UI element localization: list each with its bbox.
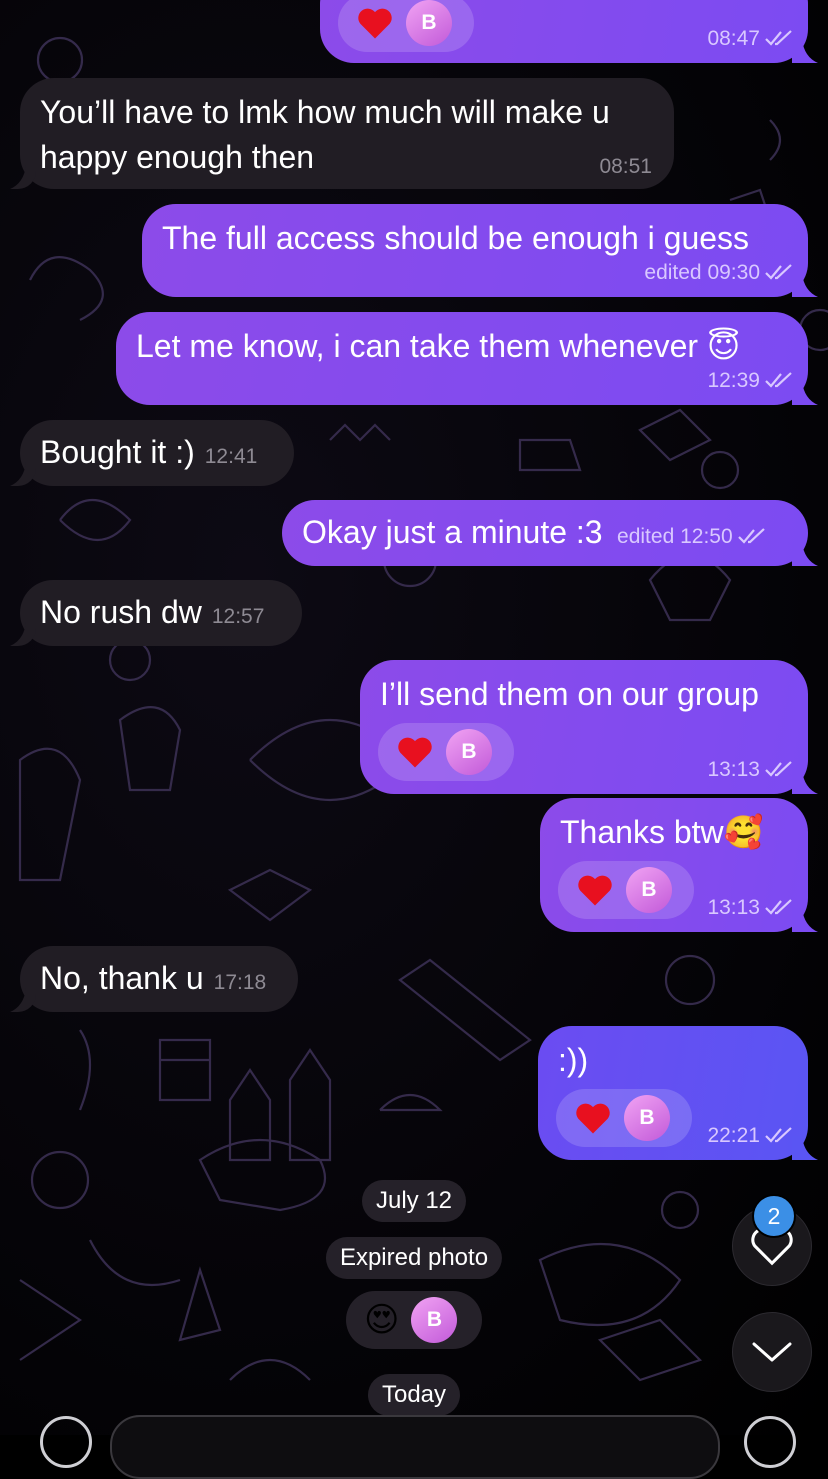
- double-check-icon: [765, 264, 792, 280]
- double-check-icon: [765, 761, 792, 777]
- message-time: 12:41: [204, 445, 258, 468]
- message-bubble-outgoing[interactable]: B 08:47: [320, 0, 808, 63]
- avatar: B: [446, 729, 492, 775]
- message-text: Bought it :): [40, 434, 195, 470]
- message-text: Okay just a minute :3: [302, 514, 603, 550]
- message-text: happy enough then: [40, 139, 315, 175]
- message-time: 22:21: [707, 1124, 760, 1147]
- double-check-icon: [765, 30, 792, 46]
- reaction-chip[interactable]: B: [338, 0, 474, 52]
- reaction-chip[interactable]: B: [378, 723, 514, 781]
- message-time: 08:51: [599, 155, 652, 178]
- message-time: 12:57: [211, 605, 265, 628]
- message-time: edited 09:30: [644, 261, 760, 284]
- double-check-icon: [765, 899, 792, 915]
- message-time: 13:13: [707, 758, 760, 781]
- message-bubble-incoming[interactable]: You’ll have to lmk how much will make u …: [20, 78, 674, 189]
- message-bubble-outgoing[interactable]: The full access should be enough i guess…: [142, 204, 808, 297]
- heart-eyes-emoji-icon: 😍: [364, 1301, 400, 1339]
- message-meta: 08:47: [707, 27, 794, 51]
- message-bubble-incoming[interactable]: Bought it :) 12:41: [20, 420, 294, 486]
- message-time: 08:47: [707, 27, 760, 50]
- message-text: No rush dw: [40, 594, 202, 630]
- message-bubble-outgoing[interactable]: :)) B 22:21: [538, 1026, 808, 1160]
- message-meta: 13:13: [707, 896, 794, 920]
- message-text: The full access should be enough i guess: [162, 220, 750, 256]
- message-bubble-outgoing[interactable]: Let me know, i can take them whenever 😇 …: [116, 312, 808, 405]
- reaction-chip[interactable]: B: [558, 861, 694, 919]
- double-check-icon: [737, 528, 765, 544]
- reaction-chip[interactable]: B: [556, 1089, 692, 1147]
- message-time: 17:18: [213, 971, 267, 994]
- message-text: :)): [558, 1042, 589, 1078]
- mic-button[interactable]: [744, 1416, 796, 1468]
- message-bubble-incoming[interactable]: No rush dw 12:57: [20, 580, 302, 646]
- message-text: Let me know, i can take them whenever 😇: [136, 328, 741, 364]
- avatar: B: [626, 867, 672, 913]
- date-separator: July 12: [361, 1180, 467, 1222]
- expired-photo-label[interactable]: Expired photo: [325, 1237, 503, 1279]
- reaction-chip[interactable]: 😍 B: [346, 1291, 482, 1349]
- chevron-down-icon: [752, 1342, 792, 1362]
- message-meta: 08:51: [599, 155, 652, 179]
- message-text: No, thank u: [40, 960, 204, 996]
- message-time: edited 12:50: [617, 525, 733, 548]
- message-meta: edited 09:30: [644, 261, 794, 285]
- message-input[interactable]: [110, 1415, 720, 1479]
- message-text: I’ll send them on our group: [380, 676, 759, 712]
- message-meta: edited 12:50: [617, 525, 767, 549]
- unread-reactions-badge: 2: [752, 1194, 796, 1238]
- today-separator: Today: [367, 1374, 461, 1416]
- avatar: B: [624, 1095, 670, 1141]
- message-time: 13:13: [707, 896, 760, 919]
- double-check-icon: [765, 1127, 792, 1143]
- message-time: 12:39: [707, 369, 760, 392]
- message-text: You’ll have to lmk how much will make u: [40, 94, 610, 130]
- message-input-bar: [0, 1412, 828, 1479]
- message-bubble-incoming[interactable]: No, thank u 17:18: [20, 946, 298, 1012]
- scroll-to-bottom-button[interactable]: [732, 1312, 812, 1392]
- message-bubble-outgoing[interactable]: I’ll send them on our group B 13:13: [360, 660, 808, 794]
- heart-icon: [578, 875, 612, 906]
- message-meta: 13:13: [707, 758, 794, 782]
- message-bubble-outgoing[interactable]: Okay just a minute :3 edited 12:50: [282, 500, 808, 566]
- avatar: B: [406, 0, 452, 46]
- avatar: B: [411, 1297, 458, 1343]
- heart-icon: [398, 737, 432, 768]
- double-check-icon: [765, 372, 792, 388]
- heart-icon: [576, 1103, 610, 1134]
- message-meta: 12:39: [707, 369, 794, 393]
- attach-button[interactable]: [40, 1416, 92, 1468]
- message-text: Thanks btw🥰: [560, 814, 764, 850]
- heart-icon: [358, 8, 392, 39]
- message-meta: 22:21: [707, 1124, 794, 1148]
- message-bubble-outgoing[interactable]: Thanks btw🥰 B 13:13: [540, 798, 808, 932]
